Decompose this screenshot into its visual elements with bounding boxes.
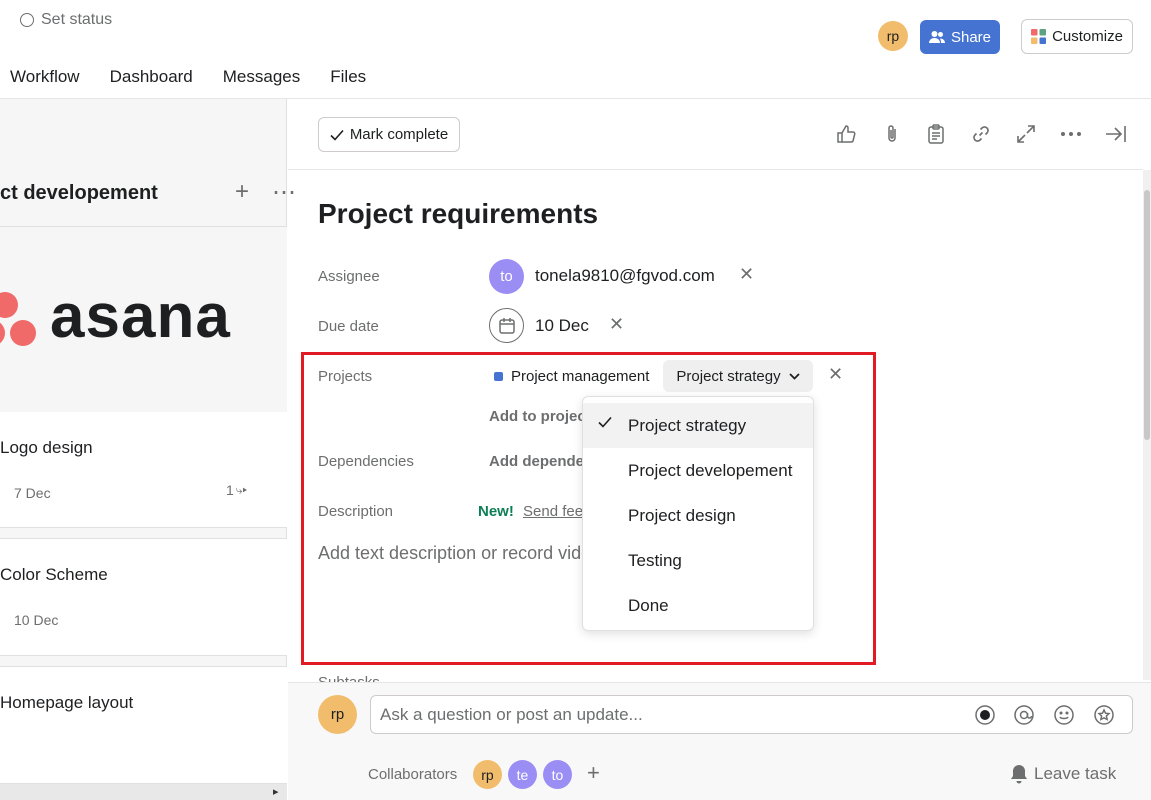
card-title: Logo design (0, 438, 93, 457)
avatar-initials: rp (481, 766, 494, 783)
check-icon (330, 129, 344, 141)
bell-icon (1011, 765, 1027, 784)
collaborator-avatar[interactable]: rp (473, 760, 502, 789)
commenter-avatar: rp (318, 695, 357, 734)
tab-dashboard[interactable]: Dashboard (110, 67, 193, 87)
collaborator-avatar[interactable]: to (543, 760, 572, 789)
subtask-count-value: 1 (226, 482, 234, 498)
subtasks-label: Subtasks (318, 674, 380, 682)
share-button[interactable]: Share (920, 20, 1000, 54)
customize-grid-icon (1031, 29, 1047, 44)
card-due-date: 10 Dec (14, 612, 59, 628)
highlight-box (301, 352, 876, 665)
avatar-initials: rp (886, 28, 900, 44)
board-card[interactable]: asana Logo design 7 Dec 1 ⤷▸ (0, 226, 287, 528)
card-title: Homepage layout (0, 693, 134, 712)
comment-placeholder: Ask a question or post an update... (380, 704, 643, 724)
horizontal-scrollbar[interactable]: ▸ (0, 784, 287, 800)
scroll-right-icon[interactable]: ▸ (273, 785, 279, 798)
card-cover-image: asana (0, 227, 287, 412)
people-icon (928, 31, 945, 43)
assignee-email[interactable]: tonela9810@fgvod.com (535, 266, 715, 286)
subtask-count[interactable]: 1 ⤷▸ (226, 482, 247, 498)
remove-due-date-icon[interactable]: ✕ (609, 314, 624, 335)
task-title[interactable]: Project requirements (318, 198, 598, 230)
emoji-icon[interactable] (1053, 704, 1075, 726)
attachment-icon[interactable] (880, 122, 904, 146)
asana-dots-icon (0, 292, 36, 346)
mark-complete-button[interactable]: Mark complete (318, 117, 460, 152)
avatar-initials: to (500, 268, 513, 285)
tab-files[interactable]: Files (330, 67, 366, 87)
tab-messages[interactable]: Messages (223, 67, 300, 87)
subtask-icon: ⤷▸ (235, 482, 248, 497)
leave-task-label: Leave task (1034, 764, 1117, 783)
avatar-initials: to (551, 766, 564, 783)
set-status-label: Set status (41, 11, 113, 28)
collaborators-label: Collaborators (368, 766, 458, 783)
avatar-initials: rp (330, 706, 345, 723)
mention-icon[interactable] (1013, 704, 1035, 726)
remove-assignee-icon[interactable]: ✕ (739, 264, 754, 285)
set-status-button[interactable]: Set status (20, 11, 112, 29)
due-date-value[interactable]: 10 Dec (535, 316, 589, 336)
star-icon[interactable] (1093, 704, 1115, 726)
asana-logo: asana (50, 282, 231, 351)
assignee-avatar[interactable]: to (489, 259, 524, 294)
subtask-clipboard-icon[interactable] (924, 122, 948, 146)
board-card[interactable]: Homepage layout (0, 666, 287, 784)
toolbar-divider (288, 169, 1143, 170)
mark-complete-label: Mark complete (349, 126, 449, 143)
due-date-label: Due date (318, 318, 379, 335)
expand-icon[interactable] (1014, 122, 1038, 146)
board-card[interactable]: Color Scheme 10 Dec (0, 538, 287, 656)
leave-task-button[interactable]: Leave task (1010, 764, 1116, 784)
like-icon[interactable] (834, 122, 858, 146)
current-user-avatar[interactable]: rp (878, 21, 908, 51)
customize-label: Customize (1052, 28, 1123, 45)
collaborator-avatar[interactable]: te (508, 760, 537, 789)
card-title: Color Scheme (0, 565, 108, 584)
project-tabs: Workflow Dashboard Messages Files (10, 67, 366, 87)
status-circle-icon (20, 13, 34, 27)
record-icon[interactable] (974, 704, 996, 726)
avatar-initials: te (516, 766, 529, 783)
column-title: ct developement (0, 182, 158, 204)
assignee-label: Assignee (318, 268, 380, 285)
calendar-icon[interactable] (489, 308, 524, 343)
scrollbar-thumb[interactable] (1144, 190, 1150, 440)
card-due-date: 7 Dec (14, 485, 51, 501)
add-task-icon[interactable]: + (235, 178, 249, 206)
customize-button[interactable]: Customize (1021, 19, 1133, 54)
link-icon[interactable] (969, 122, 993, 146)
add-collaborator-icon[interactable]: + (587, 760, 600, 786)
tab-workflow[interactable]: Workflow (10, 67, 80, 87)
more-options-icon[interactable] (1059, 122, 1083, 146)
share-label: Share (950, 28, 992, 46)
close-pane-icon[interactable] (1104, 122, 1128, 146)
column-menu-icon[interactable]: ⋯ (272, 178, 296, 207)
